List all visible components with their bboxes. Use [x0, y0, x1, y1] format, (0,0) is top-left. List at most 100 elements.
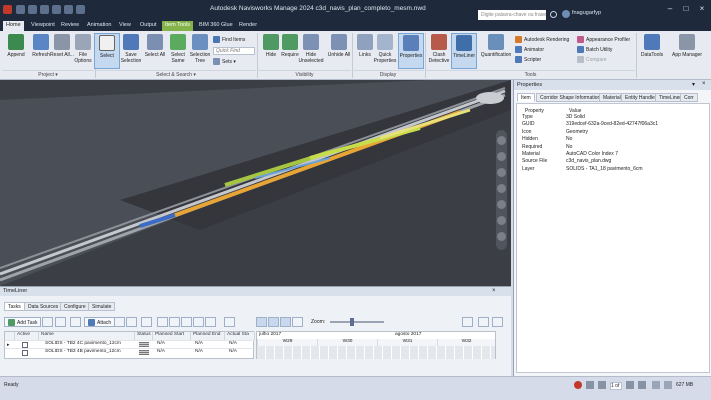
property-row[interactable]: Layer SOLIDS - TA1_18 pavimento_6cm: [522, 166, 702, 173]
property-row[interactable]: Required No: [522, 144, 702, 151]
show-dates-icon[interactable]: [292, 317, 303, 327]
file-options-button[interactable]: File Options: [70, 33, 96, 69]
zoom-icon[interactable]: [497, 168, 506, 177]
tab-home[interactable]: Home: [3, 21, 24, 31]
actual-start[interactable]: N/A: [227, 341, 237, 348]
active-checkbox[interactable]: [22, 350, 28, 356]
close-panel-icon[interactable]: ×: [702, 81, 706, 87]
gantt-grid[interactable]: [257, 346, 495, 359]
orbit-icon[interactable]: [497, 184, 506, 193]
group-select-search-label[interactable]: Select & Search ▾: [96, 70, 256, 79]
3d-viewport[interactable]: [0, 80, 511, 286]
open-icon[interactable]: [28, 5, 37, 14]
planned-end[interactable]: N/A: [193, 349, 203, 356]
tab-viewpoint[interactable]: Viewpoint: [28, 21, 58, 31]
tab-configure[interactable]: Configure: [60, 302, 90, 311]
tab-render[interactable]: Render: [236, 21, 260, 31]
appearance-profiler-button[interactable]: Appearance Profiler: [577, 36, 630, 43]
zoom-slider-thumb[interactable]: [350, 318, 354, 326]
planned-end[interactable]: N/A: [193, 341, 203, 348]
auto-add-icon[interactable]: [55, 317, 66, 327]
outdent-icon[interactable]: [193, 317, 204, 327]
sets-dropdown[interactable]: Sets ▾: [213, 58, 236, 65]
minimize-button[interactable]: –: [662, 3, 678, 15]
selection-tree-button[interactable]: Selection Tree: [187, 33, 213, 69]
nav-first-icon[interactable]: [586, 381, 594, 389]
tab-corr[interactable]: Corr: [680, 93, 698, 102]
tab-corridor-shape[interactable]: Corridor Shape Information: [536, 93, 605, 102]
tab-data-sources[interactable]: Data Sources: [24, 302, 63, 311]
maximize-button[interactable]: □: [678, 3, 694, 15]
close-timeliner-icon[interactable]: ×: [492, 288, 496, 294]
walk-icon[interactable]: [497, 216, 506, 225]
new-icon[interactable]: [16, 5, 25, 14]
tab-review[interactable]: Review: [58, 21, 82, 31]
timeliner-button[interactable]: TimeLiner: [451, 33, 477, 69]
print-icon[interactable]: [52, 5, 61, 14]
nav-last-icon[interactable]: [638, 381, 646, 389]
property-row[interactable]: Source File c3d_navis_plan.dwg: [522, 158, 702, 165]
unhide-all-button[interactable]: Unhide All: [326, 33, 352, 69]
scripter-button[interactable]: Scripter: [515, 56, 541, 63]
nav-prev-icon[interactable]: [598, 381, 606, 389]
clash-detective-button[interactable]: Clash Detective: [426, 33, 452, 69]
save-selection-button[interactable]: Save Selection: [118, 33, 144, 69]
property-row[interactable]: Hidden No: [522, 136, 702, 143]
animator-button[interactable]: Animator: [515, 46, 544, 53]
view-gantt-icon[interactable]: [268, 317, 279, 327]
autodesk-rendering-button[interactable]: Autodesk Rendering: [515, 36, 569, 43]
move-up-icon[interactable]: [157, 317, 168, 327]
append-button[interactable]: Append: [3, 33, 29, 69]
page-field[interactable]: 1 of 1: [610, 382, 622, 390]
tab-item[interactable]: Item: [517, 93, 535, 102]
move-down-icon[interactable]: [169, 317, 180, 327]
find-icon[interactable]: [141, 317, 152, 327]
sheet-browser-icon[interactable]: [652, 381, 660, 389]
tab-output[interactable]: Output: [137, 21, 160, 31]
delete-task-icon[interactable]: [70, 317, 81, 327]
property-row[interactable]: GUID 319edcef-632a-9ced-82ed-42747f06a3c1: [522, 121, 702, 128]
indent-icon[interactable]: [181, 317, 192, 327]
search-icon[interactable]: [550, 11, 557, 18]
settings-icon[interactable]: [492, 317, 503, 327]
find-items-button[interactable]: Find Items: [213, 36, 245, 43]
redo-icon[interactable]: [76, 5, 85, 14]
quantification-button[interactable]: Quantification: [480, 33, 512, 69]
hide-unselected-button[interactable]: Hide Unselected: [298, 33, 324, 69]
planned-start[interactable]: N/A: [155, 341, 165, 348]
tab-bim360-glue[interactable]: BIM 360 Glue: [196, 21, 236, 31]
task-row[interactable]: ▸ SOLIDS - TB2 4C pavimento_12cm N/A N/A N/A: [5, 340, 255, 348]
properties-button[interactable]: Properties: [398, 33, 424, 69]
auto-attach-icon[interactable]: [114, 317, 125, 327]
app-manager-button[interactable]: App Manager: [668, 33, 706, 69]
user-name[interactable]: fnagugarfyp: [572, 10, 601, 16]
attach-button[interactable]: Attach: [84, 317, 116, 327]
export-icon[interactable]: [462, 317, 473, 327]
add-task-button[interactable]: Add Task: [4, 317, 42, 327]
property-row[interactable]: Type 3D Solid: [522, 114, 702, 121]
actual-start[interactable]: N/A: [227, 349, 237, 356]
insert-task-icon[interactable]: [42, 317, 53, 327]
task-name[interactable]: SOLIDS - TB3 4B pavimento_12cm: [43, 349, 121, 356]
columns-icon[interactable]: [224, 317, 235, 327]
datatools-button[interactable]: DataTools: [638, 33, 666, 69]
task-row[interactable]: SOLIDS - TB3 4B pavimento_12cm N/A N/A N/A: [5, 348, 255, 356]
tab-simulate[interactable]: Simulate: [88, 302, 116, 311]
planned-start[interactable]: N/A: [155, 349, 165, 356]
link-icon[interactable]: [126, 317, 137, 327]
search-input[interactable]: Digite palavra-chave ou frase: [478, 10, 546, 20]
task-name[interactable]: SOLIDS - TB2 4C pavimento_12cm: [43, 341, 121, 348]
view-both-icon[interactable]: [280, 317, 291, 327]
tab-tasks[interactable]: Tasks: [4, 302, 25, 311]
close-button[interactable]: ×: [694, 3, 710, 15]
batch-utility-button[interactable]: Batch Utility: [577, 46, 612, 53]
group-project-label[interactable]: Project ▾: [2, 70, 94, 79]
warning-icon[interactable]: [574, 381, 582, 389]
import-icon[interactable]: [478, 317, 489, 327]
select-button[interactable]: Select: [94, 33, 120, 69]
filter-icon[interactable]: [205, 317, 216, 327]
save-icon[interactable]: [40, 5, 49, 14]
property-row[interactable]: Material AutoCAD Color Index 7: [522, 151, 702, 158]
nav-next-icon[interactable]: [626, 381, 634, 389]
tab-view[interactable]: View: [116, 21, 134, 31]
